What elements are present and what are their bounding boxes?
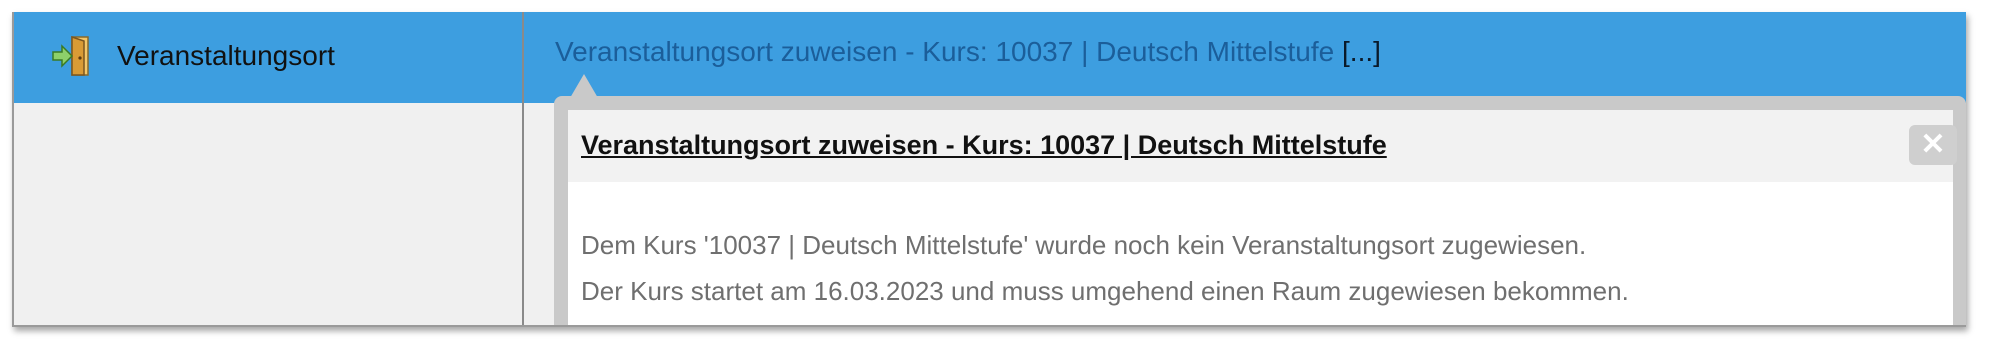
- venue-row-label-cell: Veranstaltungsort: [14, 12, 522, 103]
- column-divider: [522, 12, 524, 325]
- venue-table: Veranstaltungsort Veranstaltungsort zuwe…: [12, 12, 1966, 327]
- popup-content: Veranstaltungsort zuweisen - Kurs: 10037…: [568, 110, 1957, 325]
- popup-message-line: Der Kurs startet am 16.03.2023 und muss …: [581, 276, 1629, 306]
- assign-venue-link[interactable]: Veranstaltungsort zuweisen - Kurs: 10037…: [555, 36, 1381, 68]
- more-ellipsis[interactable]: [...]: [1342, 36, 1381, 67]
- door-exit-icon: [50, 34, 94, 78]
- assign-venue-link-text[interactable]: Veranstaltungsort zuweisen - Kurs: 10037…: [555, 36, 1334, 67]
- venue-row-header: Veranstaltungsort Veranstaltungsort zuwe…: [14, 12, 1966, 103]
- assign-venue-popup: Veranstaltungsort zuweisen - Kurs: 10037…: [554, 96, 1966, 325]
- popup-message: Dem Kurs '10037 | Deutsch Mittelstufe' w…: [581, 222, 1629, 314]
- close-button[interactable]: ✕: [1909, 125, 1957, 165]
- popup-message-line: Dem Kurs '10037 | Deutsch Mittelstufe' w…: [581, 230, 1587, 260]
- popup-title-bar: Veranstaltungsort zuweisen - Kurs: 10037…: [568, 110, 1957, 182]
- popup-pointer: [570, 74, 598, 98]
- close-icon[interactable]: ✕: [1920, 128, 1945, 161]
- popup-title: Veranstaltungsort zuweisen - Kurs: 10037…: [581, 130, 1387, 160]
- venue-row-label: Veranstaltungsort: [117, 40, 335, 71]
